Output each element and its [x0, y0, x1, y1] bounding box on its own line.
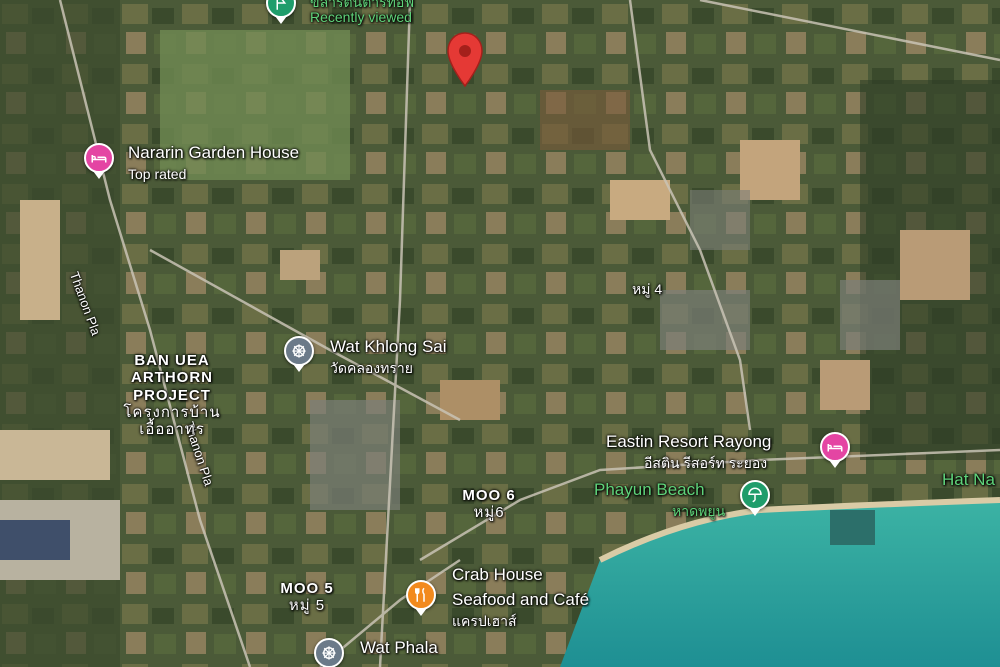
wat-khlong-sai-name[interactable]: Wat Khlong Sai: [330, 337, 447, 357]
satellite-map[interactable]: ขลาร์ตนตาร์ท์อฟ Recently viewed Nararin …: [0, 0, 1000, 667]
area-ban-uea-arthorn: BAN UEA ARTHORN PROJECT โครงการบ้าน เอื้…: [120, 352, 224, 438]
hotel-poi-marker[interactable]: [84, 143, 114, 173]
dharma-wheel-icon: [322, 646, 336, 660]
area-moo-5: MOO 5 หมู่ 5: [272, 580, 342, 615]
nararin-name[interactable]: Nararin Garden House: [128, 143, 299, 163]
crab-house-thai: แครปเฮาส์: [452, 613, 517, 629]
wat-khlong-sai-thai: วัดคลองทราย: [330, 360, 413, 376]
flag-icon: [276, 0, 287, 10]
bed-icon: [827, 444, 843, 452]
temple-poi-marker[interactable]: [314, 638, 344, 667]
restaurant-poi-marker[interactable]: [406, 580, 436, 610]
area-line: PROJECT: [133, 386, 211, 404]
area-line: BAN UEA: [134, 352, 210, 369]
area-line-thai: หมู่ 5: [288, 597, 326, 615]
umbrella-icon: [748, 487, 762, 503]
phayun-beach-thai: หาดพยูน: [672, 503, 726, 519]
area-line-thai: เอื้ออาทร: [139, 421, 205, 438]
area-moo-6: MOO 6 หมู่6: [454, 487, 524, 522]
beach-poi-marker[interactable]: [740, 480, 770, 510]
eastin-thai: อีสติน รีสอร์ท ระยอง: [644, 455, 768, 471]
bed-icon: [91, 155, 107, 163]
hat-na-name[interactable]: Hat Na: [942, 470, 995, 490]
map-pin-icon[interactable]: [446, 32, 484, 93]
area-line: MOO 5: [280, 580, 334, 597]
eastin-name[interactable]: Eastin Resort Rayong: [606, 432, 771, 452]
golf-recently-viewed: Recently viewed: [310, 9, 412, 25]
crab-house-subtitle[interactable]: Seafood and Café: [452, 590, 589, 610]
area-line-thai: โครงการบ้าน: [123, 403, 221, 421]
area-line: MOO 6: [462, 487, 516, 504]
crab-house-name[interactable]: Crab House: [452, 565, 543, 585]
hotel-poi-marker[interactable]: [820, 432, 850, 462]
nararin-top-rated: Top rated: [128, 166, 187, 182]
wat-phala-name[interactable]: Wat Phala: [360, 638, 438, 658]
area-line: ARTHORN: [131, 369, 213, 387]
area-line-thai: หมู่6: [473, 504, 505, 522]
area-moo-4: หมู่ 4: [632, 281, 663, 297]
phayun-beach-name[interactable]: Phayun Beach: [594, 480, 705, 500]
dharma-wheel-icon: [292, 344, 306, 358]
fork-knife-icon: [415, 587, 425, 602]
temple-poi-marker[interactable]: [284, 336, 314, 366]
